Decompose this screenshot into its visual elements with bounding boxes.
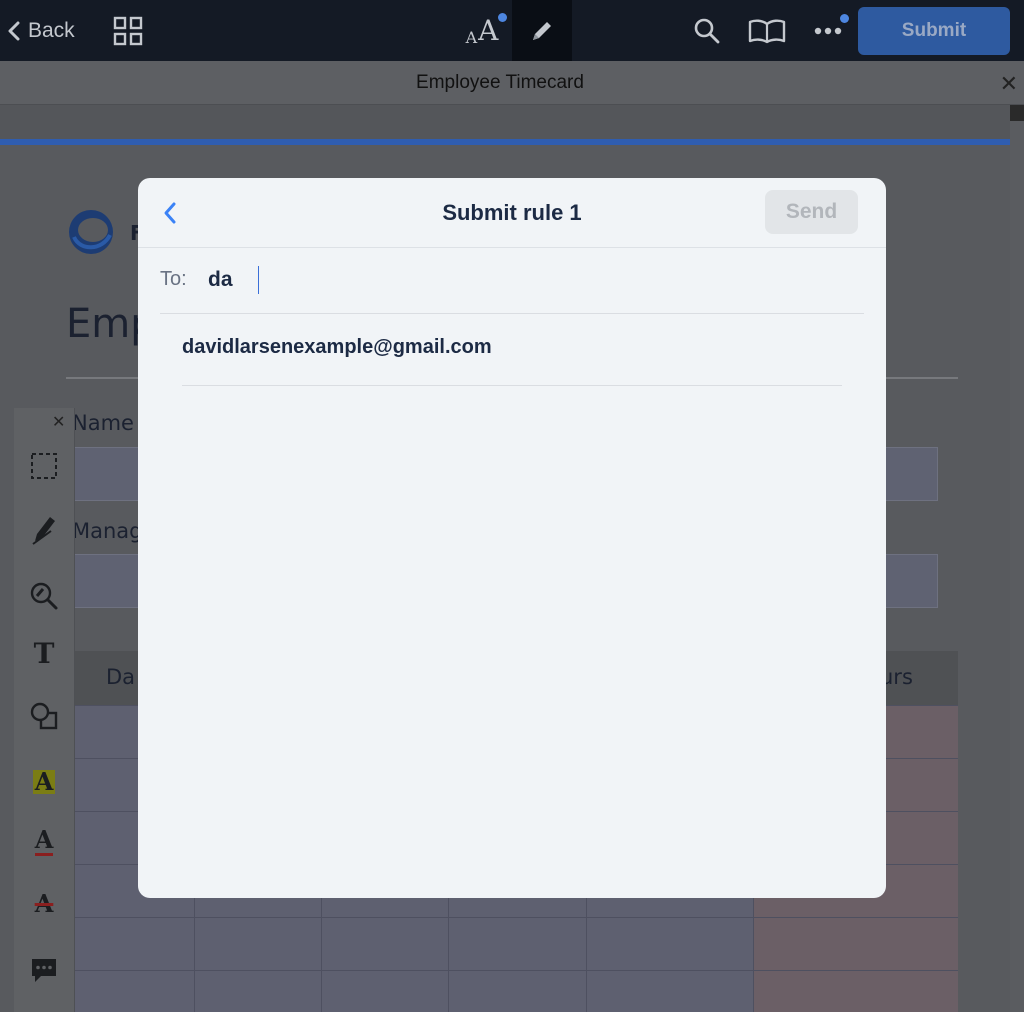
dialog-header: Submit rule 1 Send bbox=[138, 178, 886, 248]
text-tool-icon: T bbox=[33, 637, 55, 670]
suggestion-item[interactable]: davidlarsenexample@gmail.com bbox=[182, 314, 842, 386]
document-title-bar: Employee Timecard ✕ bbox=[0, 61, 1024, 105]
underline-icon: A bbox=[34, 825, 54, 856]
page-top-strip bbox=[0, 105, 1010, 139]
submit-button[interactable]: Submit bbox=[858, 7, 1010, 55]
chevron-left-icon bbox=[8, 21, 20, 41]
pencil-icon bbox=[32, 517, 55, 545]
close-document-icon[interactable]: ✕ bbox=[1000, 71, 1018, 97]
top-toolbar: Back A A Submit bbox=[0, 0, 1024, 61]
select-area-tool[interactable] bbox=[28, 450, 60, 482]
back-label: Back bbox=[28, 19, 75, 42]
text-caret bbox=[258, 266, 259, 294]
more-badge bbox=[840, 14, 849, 23]
more-icon bbox=[814, 27, 842, 35]
book-icon bbox=[748, 19, 786, 44]
underline-tool[interactable]: A bbox=[28, 826, 60, 858]
marquee-select-icon bbox=[31, 453, 57, 479]
highlight-tool[interactable]: A bbox=[28, 766, 60, 798]
page-accent-bar bbox=[0, 139, 1010, 145]
shapes-icon bbox=[30, 702, 58, 730]
magnify-eraser-icon bbox=[30, 582, 58, 610]
annotate-button[interactable] bbox=[512, 0, 572, 61]
table-row[interactable] bbox=[74, 917, 958, 970]
grid-icon bbox=[113, 16, 143, 46]
back-button[interactable]: Back bbox=[8, 14, 75, 48]
scrollbar-thumb[interactable] bbox=[1010, 105, 1024, 121]
text-settings-button[interactable]: A A bbox=[456, 10, 508, 50]
thumbnails-button[interactable] bbox=[112, 14, 144, 48]
suggestion-email: davidlarsenexample@gmail.com bbox=[182, 336, 492, 358]
name-label: Name bbox=[72, 411, 134, 435]
comment-tool[interactable] bbox=[28, 954, 60, 986]
send-button[interactable]: Send bbox=[765, 190, 858, 234]
font-size-icon: A A bbox=[465, 13, 499, 47]
strikeout-tool[interactable]: A bbox=[28, 888, 60, 920]
table-row[interactable] bbox=[74, 970, 958, 1012]
annotation-toolbar: ✕ T A A A bbox=[14, 408, 75, 1012]
submit-dialog: Submit rule 1 Send To: davidlarsenexampl… bbox=[138, 178, 886, 898]
pen-tool[interactable] bbox=[28, 514, 60, 546]
strikeout-icon: A bbox=[34, 889, 54, 918]
eraser-tool[interactable] bbox=[28, 580, 60, 612]
search-button[interactable] bbox=[690, 14, 724, 48]
table-header-date: Da bbox=[106, 665, 136, 689]
close-toolbar-icon[interactable]: ✕ bbox=[52, 412, 65, 432]
text-tool[interactable]: T bbox=[28, 638, 60, 670]
comment-icon bbox=[32, 959, 56, 982]
shape-tool[interactable] bbox=[28, 700, 60, 732]
search-icon bbox=[694, 18, 720, 44]
recipient-row: To: bbox=[160, 248, 864, 314]
to-label: To: bbox=[160, 268, 187, 290]
text-settings-badge bbox=[498, 13, 507, 22]
company-logo-icon bbox=[69, 210, 113, 254]
document-title: Employee Timecard bbox=[416, 72, 584, 93]
highlight-icon: A bbox=[32, 767, 56, 796]
recipient-input[interactable] bbox=[208, 265, 848, 295]
manager-label: Manag bbox=[72, 519, 143, 543]
more-button[interactable] bbox=[808, 14, 849, 48]
pen-icon bbox=[533, 21, 551, 40]
reader-button[interactable] bbox=[746, 14, 788, 48]
